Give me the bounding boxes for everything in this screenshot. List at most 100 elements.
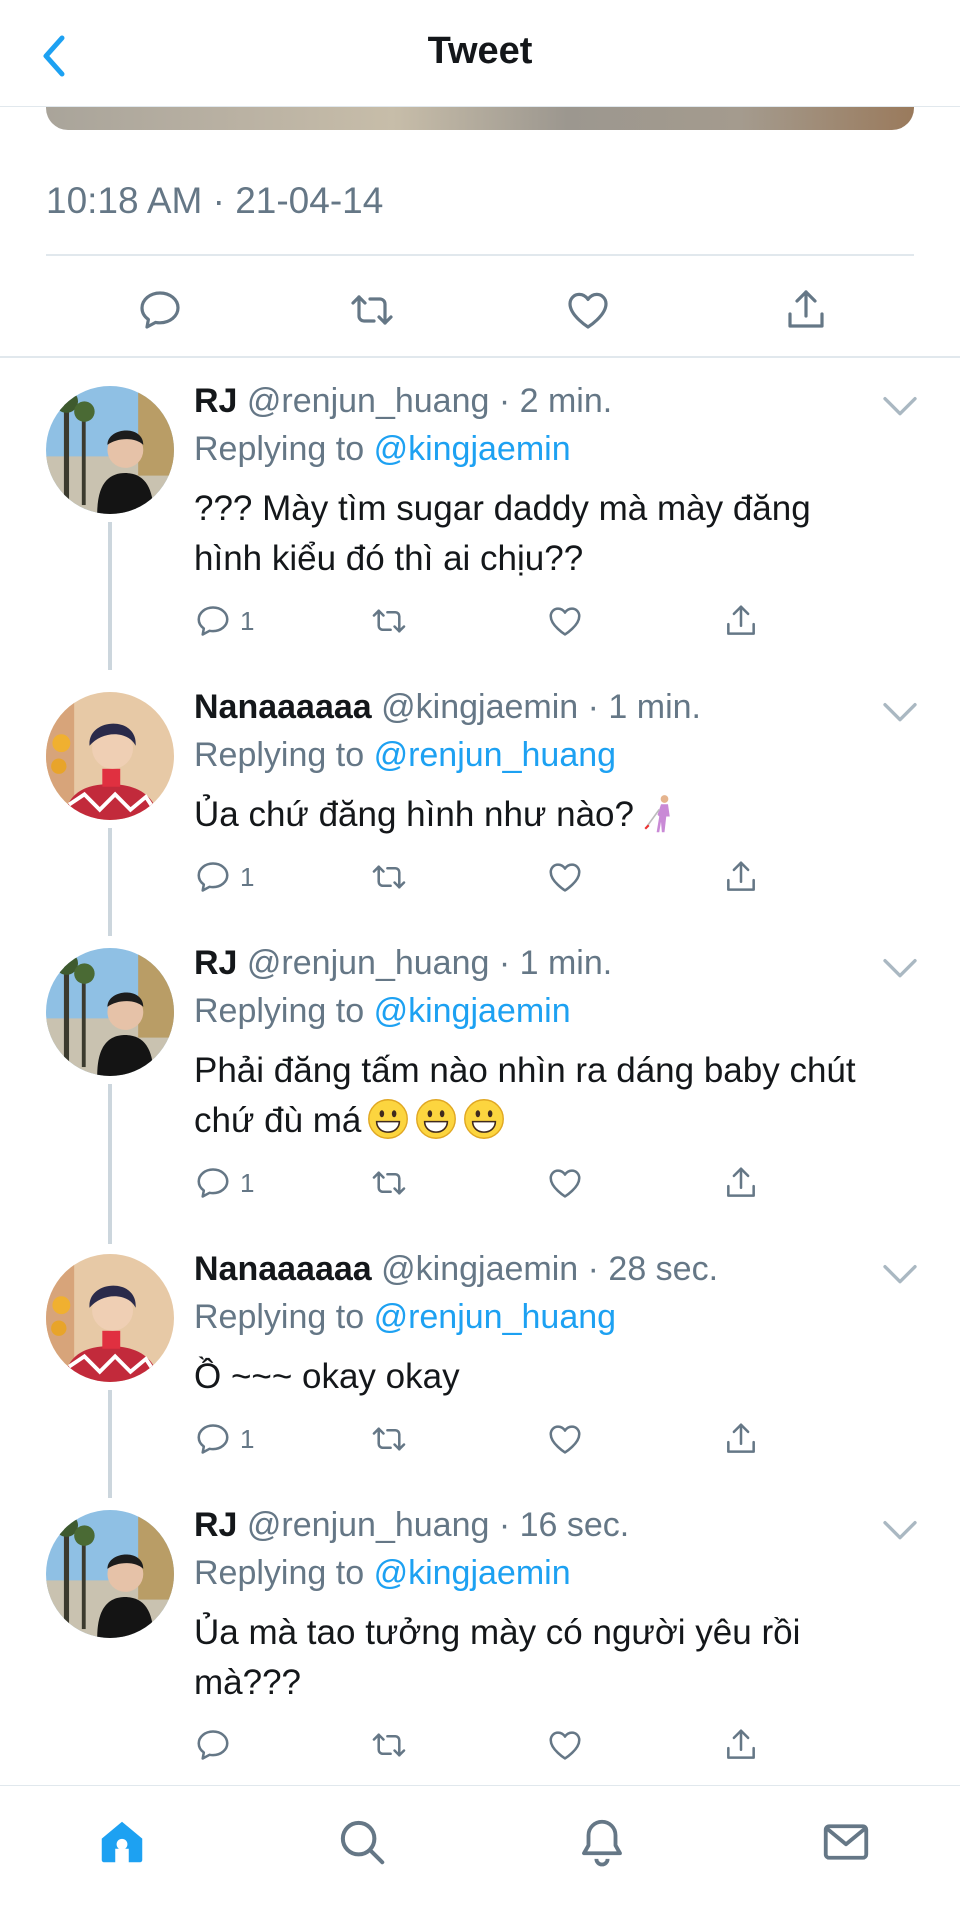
mention-link[interactable]: @kingjaemin (374, 992, 571, 1030)
reply-icon (194, 602, 232, 640)
tweet-text: ??? Mày tìm sugar daddy mà mày đăng hình… (194, 484, 914, 584)
replying-to: Replying to @kingjaemin (194, 992, 571, 1031)
mention-link[interactable]: @kingjaemin (374, 430, 571, 468)
like-icon[interactable] (546, 852, 584, 902)
replying-to: Replying to @kingjaemin (194, 1554, 571, 1593)
reply-count: 1 (240, 1167, 255, 1198)
reply-button[interactable] (194, 1720, 232, 1770)
tweet-media-image[interactable] (46, 106, 914, 130)
replying-label: Replying to (194, 430, 365, 468)
replying-label: Replying to (194, 1298, 365, 1336)
mention-link[interactable]: @kingjaemin (374, 1554, 571, 1592)
relative-time: · 1 min. (587, 688, 701, 726)
mention-link[interactable]: @renjun_huang (374, 736, 616, 774)
retweet-icon[interactable] (332, 270, 412, 350)
user-handle[interactable]: @kingjaemin (381, 688, 578, 726)
tweet-meta: Nanaaaaaa @kingjaemin · 1 min. (194, 688, 701, 727)
like-icon[interactable] (546, 1720, 584, 1770)
relative-time: · 2 min. (498, 382, 613, 420)
share-icon[interactable] (722, 1720, 760, 1770)
text-line: chứ đù má (194, 1101, 362, 1140)
share-icon[interactable] (722, 1158, 760, 1208)
reply-icon (194, 1726, 232, 1764)
user-handle[interactable]: @renjun_huang (247, 944, 489, 982)
tweet-meta: RJ @renjun_huang · 16 sec. (194, 1506, 629, 1545)
avatar[interactable] (46, 1510, 174, 1638)
chevron-down-icon[interactable] (880, 392, 920, 422)
action-bar: 1 (194, 596, 794, 646)
reply-icon[interactable] (120, 270, 200, 350)
chevron-down-icon[interactable] (880, 1516, 920, 1546)
text-line: hình kiểu đó thì ai chịu?? (194, 539, 584, 578)
messages-icon[interactable] (816, 1812, 876, 1872)
relative-time: · 1 min. (498, 944, 613, 982)
text-line: Ồ ~~~ okay okay (194, 1357, 460, 1396)
tweet-text: Ủa chứ đăng hình như nào? (194, 790, 914, 840)
share-icon[interactable] (766, 270, 846, 350)
share-icon[interactable] (722, 596, 760, 646)
reply-icon (194, 1164, 232, 1202)
person-with-white-cane-emoji (640, 792, 682, 834)
tweet-meta: RJ @renjun_huang · 1 min. (194, 944, 612, 983)
home-icon[interactable] (92, 1812, 152, 1872)
user-handle[interactable]: @renjun_huang (247, 382, 489, 420)
display-name[interactable]: RJ (194, 382, 237, 420)
chevron-down-icon[interactable] (880, 698, 920, 728)
retweet-icon[interactable] (370, 1158, 408, 1208)
retweet-icon[interactable] (370, 1720, 408, 1770)
reply-icon (194, 1420, 232, 1458)
avatar[interactable] (46, 692, 174, 820)
avatar[interactable] (46, 1254, 174, 1382)
action-bar: 1 (194, 1414, 794, 1464)
reply-button[interactable]: 1 (194, 852, 254, 902)
like-icon[interactable] (546, 1158, 584, 1208)
replying-to: Replying to @renjun_huang (194, 736, 616, 775)
reply-count: 1 (240, 605, 255, 636)
tweet-text: Ủa mà tao tưởng mày có người yêu rồi mà?… (194, 1608, 914, 1708)
user-handle[interactable]: @kingjaemin (381, 1250, 578, 1288)
bottom-tab-bar (0, 1785, 960, 1921)
tweet-meta: Nanaaaaaa @kingjaemin · 28 sec. (194, 1250, 718, 1289)
replying-label: Replying to (194, 992, 365, 1030)
reply-button[interactable]: 1 (194, 1414, 254, 1464)
text-line: Ủa chứ đăng hình như nào? (194, 795, 634, 834)
relative-time: · 28 sec. (587, 1250, 719, 1288)
replying-to: Replying to @renjun_huang (194, 1298, 616, 1337)
chevron-down-icon[interactable] (880, 954, 920, 984)
reply-button[interactable]: 1 (194, 1158, 254, 1208)
share-icon[interactable] (722, 852, 760, 902)
tweet-text: Phải đăng tấm nào nhìn ra dáng baby chút… (194, 1046, 914, 1146)
retweet-icon[interactable] (370, 852, 408, 902)
display-name[interactable]: Nanaaaaaa (194, 1250, 372, 1288)
tweet-meta: RJ @renjun_huang · 2 min. (194, 382, 612, 421)
grinning-face-emoji (463, 1098, 505, 1140)
like-icon[interactable] (546, 1414, 584, 1464)
text-line: Ủa mà tao tưởng mày có người yêu rồi (194, 1613, 801, 1652)
reply-button[interactable]: 1 (194, 596, 254, 646)
reply-icon (194, 858, 232, 896)
tweet-action-bar (46, 270, 914, 350)
text-line: Phải đăng tấm nào nhìn ra dáng baby chút (194, 1051, 856, 1090)
display-name[interactable]: Nanaaaaaa (194, 688, 372, 726)
retweet-icon[interactable] (370, 596, 408, 646)
notifications-icon[interactable] (572, 1812, 632, 1872)
avatar[interactable] (46, 948, 174, 1076)
divider (0, 356, 960, 358)
like-icon[interactable] (548, 270, 628, 350)
grinning-face-emoji (367, 1098, 409, 1140)
avatar[interactable] (46, 386, 174, 514)
action-bar (194, 1720, 794, 1770)
share-icon[interactable] (722, 1414, 760, 1464)
thread-line (108, 828, 112, 936)
mention-link[interactable]: @renjun_huang (374, 1298, 616, 1336)
search-icon[interactable] (332, 1812, 392, 1872)
replying-label: Replying to (194, 736, 365, 774)
user-handle[interactable]: @renjun_huang (247, 1506, 489, 1544)
retweet-icon[interactable] (370, 1414, 408, 1464)
divider (46, 254, 914, 256)
like-icon[interactable] (546, 596, 584, 646)
chevron-down-icon[interactable] (880, 1260, 920, 1290)
display-name[interactable]: RJ (194, 1506, 237, 1544)
text-line: mà??? (194, 1663, 302, 1702)
display-name[interactable]: RJ (194, 944, 237, 982)
